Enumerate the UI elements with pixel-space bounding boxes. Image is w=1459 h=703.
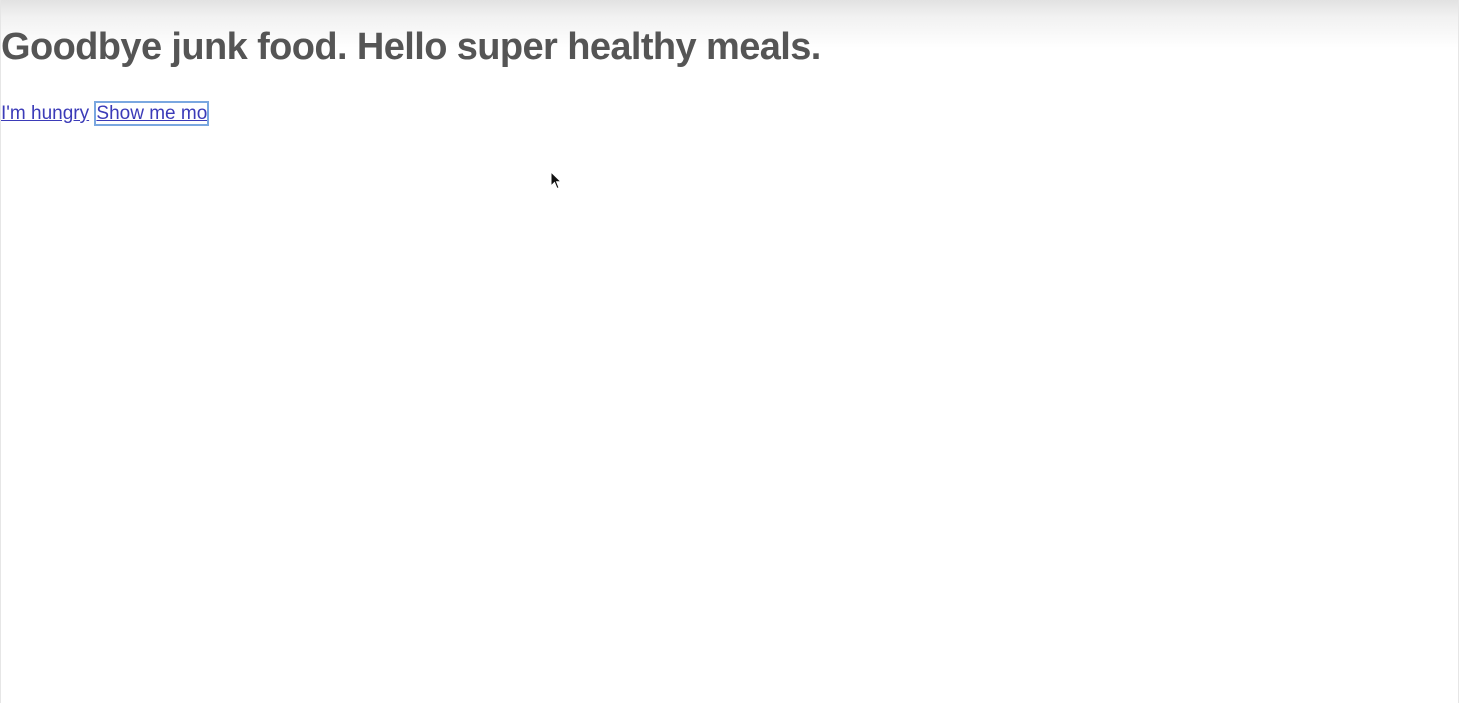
im-hungry-link[interactable]: I'm hungry (1, 103, 89, 124)
page-title: Goodbye junk food. Hello super healthy m… (1, 26, 821, 68)
browser-viewport: Goodbye junk food. Hello super healthy m… (0, 0, 1459, 703)
hero-links: I'm hungry Show me mo (1, 101, 210, 126)
arrow-cursor-icon (550, 171, 563, 190)
show-me-more-link[interactable]: Show me mo (94, 101, 210, 126)
